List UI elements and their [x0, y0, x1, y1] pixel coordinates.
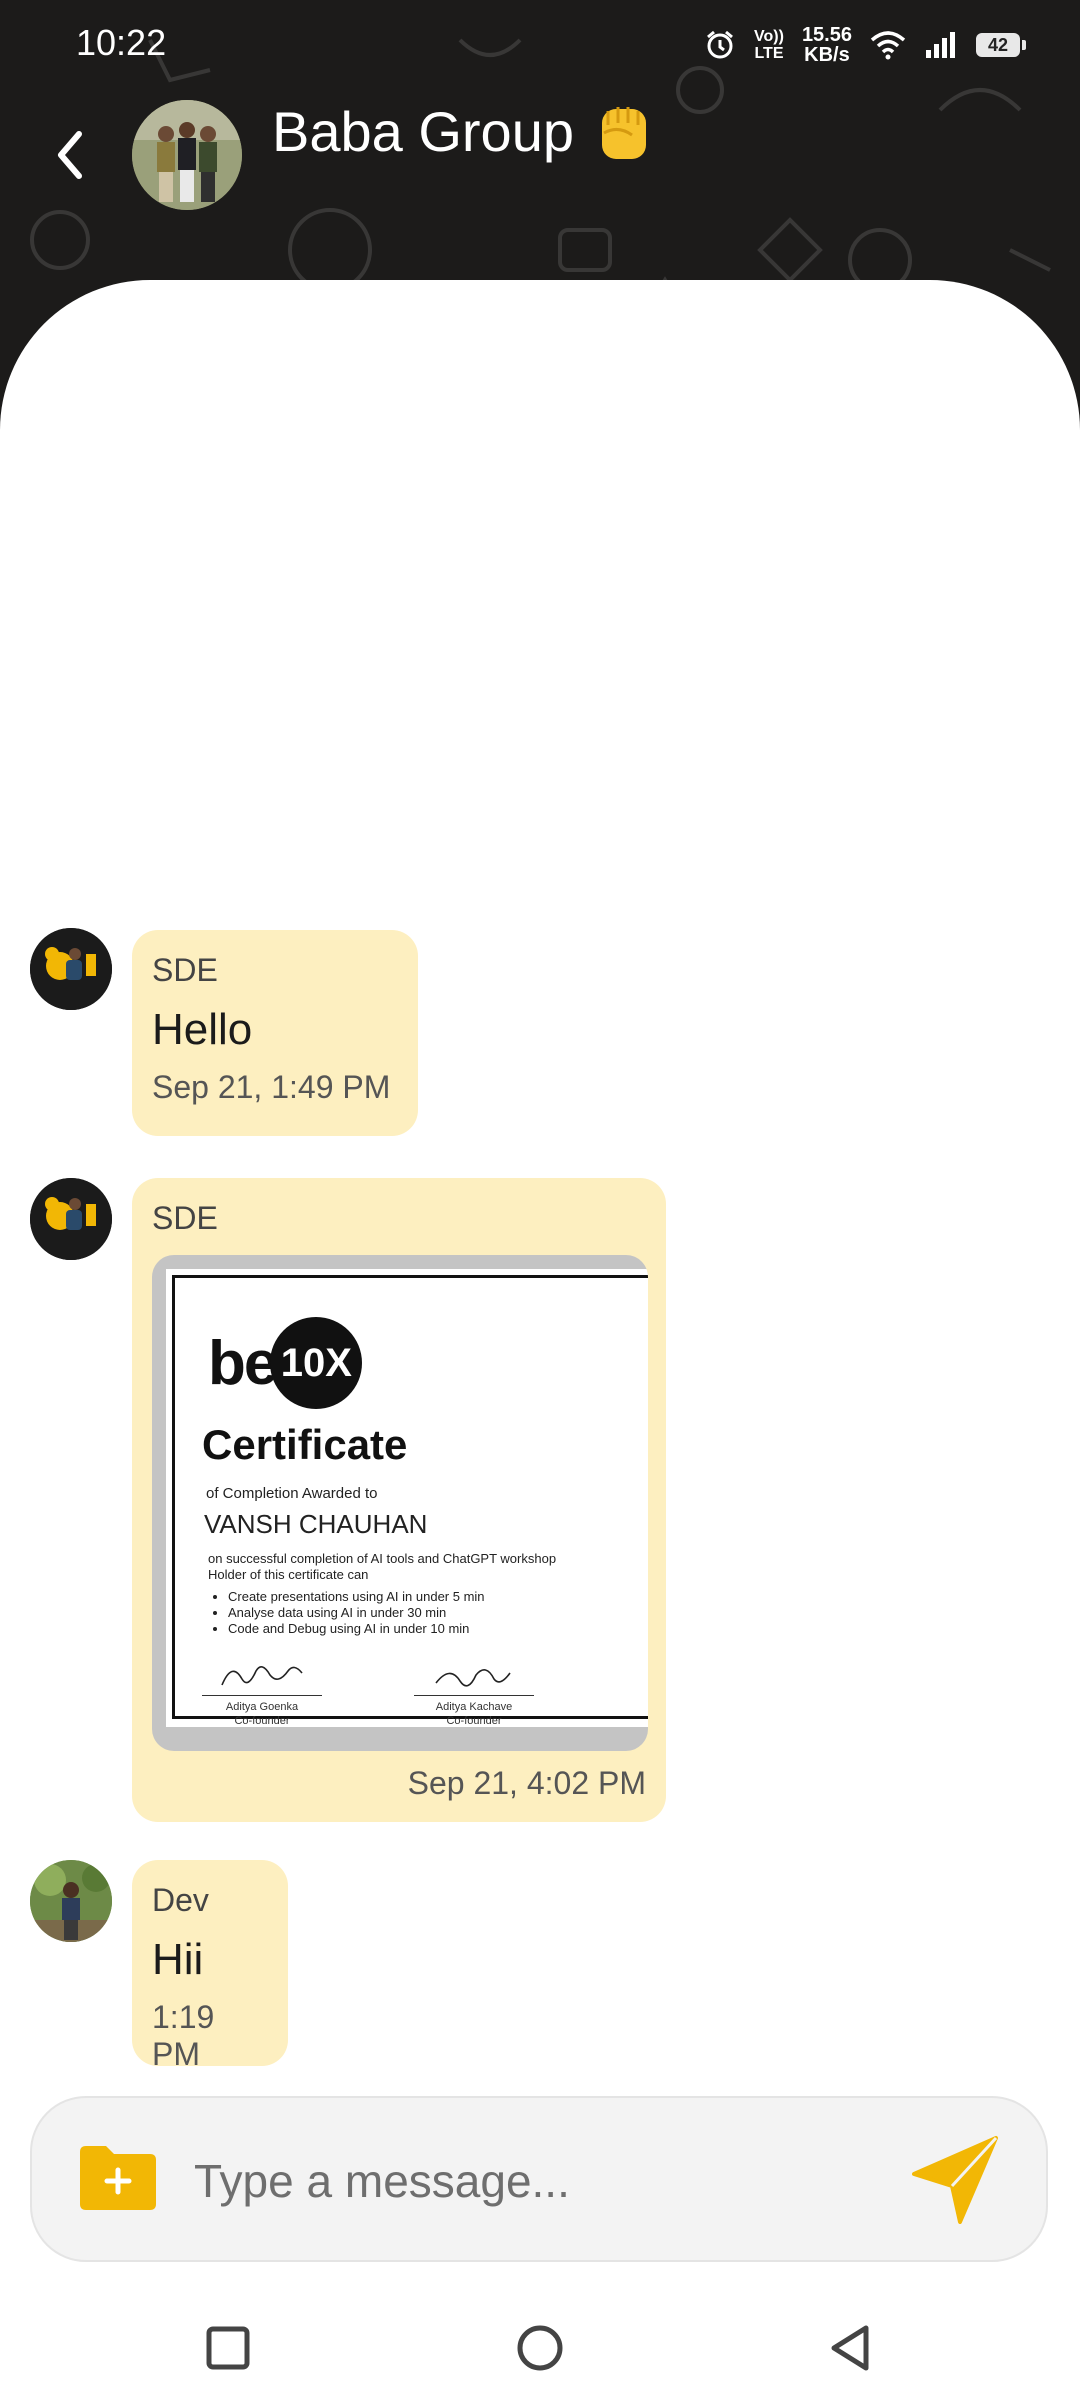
folder-plus-icon — [80, 2146, 156, 2210]
signature-block: Aditya Goenka Co-founder — [202, 1663, 322, 1728]
message-input[interactable] — [192, 2138, 896, 2224]
sender-avatar[interactable] — [30, 1860, 112, 1942]
back-nav-button[interactable] — [820, 2318, 880, 2378]
be10x-logo: be 10X — [208, 1317, 363, 1409]
message-text: Hii — [152, 1935, 204, 1984]
sender-avatar[interactable] — [30, 928, 112, 1010]
home-button[interactable] — [510, 2318, 570, 2378]
triangle-back-icon — [831, 2325, 869, 2371]
group-name: Baba Group — [272, 99, 574, 163]
message-bubble[interactable]: SDE be 10X Certificate of Completion Awa… — [132, 1178, 666, 1822]
message-bubble[interactable]: Dev Hii 1:19 PM — [132, 1860, 288, 2072]
certificate-recipient: VANSH CHAUHAN — [204, 1509, 428, 1539]
certificate-description: on successful completion of AI tools and… — [208, 1551, 557, 1582]
signature-scribble — [435, 1669, 511, 1687]
system-nav-bar — [0, 2300, 1080, 2400]
sde-avatar-image — [30, 1178, 112, 1260]
message-timestamp: 1:19 PM — [152, 1999, 215, 2072]
sender-name: SDE — [152, 952, 218, 988]
wifi-icon — [870, 31, 906, 60]
recents-button[interactable] — [198, 2318, 258, 2378]
status-icons: Vo)) LTE 15.56 KB/s 42 — [704, 20, 1026, 70]
certificate-title: Certificate — [202, 1421, 408, 1468]
alarm-icon — [707, 30, 733, 59]
sde-avatar-image — [30, 928, 112, 1010]
chevron-left-icon — [58, 131, 82, 179]
sender-name: Dev — [152, 1882, 209, 1918]
certificate-bullets: Create presentations using AI in under 5… — [208, 1589, 485, 1637]
group-avatar[interactable] — [132, 100, 242, 210]
sender-avatar[interactable] — [30, 1178, 112, 1260]
image-attachment[interactable]: be 10X Certificate of Completion Awarded… — [152, 1255, 648, 1751]
signature-scribble — [221, 1666, 303, 1686]
battery-indicator: 42 — [976, 33, 1026, 57]
network-speed: 15.56 KB/s — [801, 24, 852, 66]
certificate-subtitle: of Completion Awarded to — [206, 1485, 378, 1502]
message-timestamp: Sep 21, 4:02 PM — [407, 1765, 646, 1801]
certificate-image: be 10X Certificate of Completion Awarded… — [166, 1269, 648, 1727]
status-bar: 10:22 Vo)) LTE 15.56 KB/s 42 — [0, 0, 1080, 90]
back-button[interactable] — [40, 120, 100, 190]
attach-button[interactable] — [78, 2144, 158, 2212]
send-icon — [912, 2136, 998, 2224]
message-text: Hello — [152, 1005, 253, 1054]
group-photo — [132, 100, 242, 210]
raised-fist-icon — [601, 107, 646, 159]
volte-indicator: Vo)) LTE — [754, 28, 784, 62]
circle-icon — [517, 2325, 563, 2371]
square-icon — [206, 2326, 250, 2370]
dev-avatar-image — [30, 1860, 112, 1942]
chat-title[interactable]: Baba Group — [272, 96, 656, 166]
send-button[interactable] — [912, 2134, 1000, 2224]
signature-block: Aditya Kachave Co-founder — [414, 1663, 534, 1728]
sender-name: SDE — [152, 1200, 218, 1236]
message-timestamp: Sep 21, 1:49 PM — [152, 1069, 391, 1105]
message-bubble[interactable]: SDE Hello Sep 21, 1:49 PM — [132, 930, 418, 1136]
status-time: 10:22 — [76, 22, 167, 63]
message-composer — [30, 2096, 1048, 2262]
signal-icon — [926, 32, 955, 58]
